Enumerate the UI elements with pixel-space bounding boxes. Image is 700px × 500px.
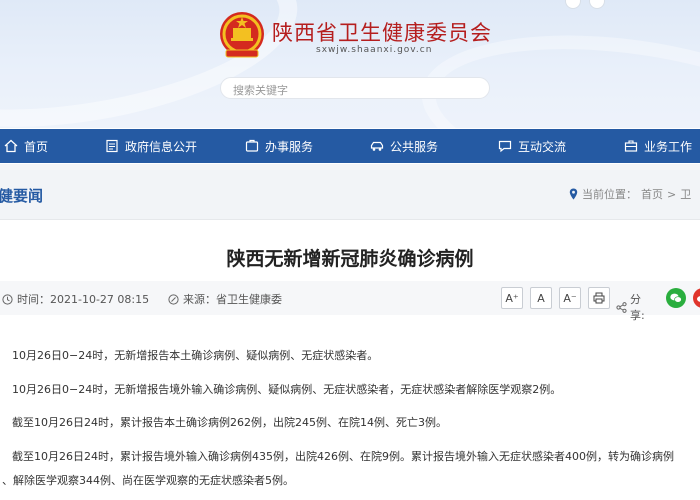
publish-time-text: 时间：2021-10-27 08:15 [17, 293, 150, 306]
nav-label: 首页 [24, 139, 49, 154]
site-title[interactable]: 陕西省卫生健康委员会 [272, 17, 492, 47]
home-icon [4, 139, 18, 153]
breadcrumb-bar: 健要闻 当前位置： 首页 > 卫 [0, 164, 700, 220]
breadcrumb: 当前位置： 首页 > 卫 [569, 186, 691, 202]
share-label-text: 分享: [630, 293, 645, 322]
nav-label: 办事服务 [265, 139, 314, 154]
wechat-icon [670, 293, 682, 303]
font-default-button[interactable]: A [530, 287, 552, 309]
site-domain: sxwjw.shaanxi.gov.cn [316, 45, 433, 55]
section-title: 健要闻 [0, 187, 44, 205]
nav-item-gov-info[interactable]: 政府信息公开 [105, 129, 197, 163]
article-paragraph: 截至10月26日24时，累计报告本土确诊病例262例，出院245例、在院14例、… [12, 416, 447, 429]
share-icon [616, 301, 627, 313]
nav-label: 业务工作 [644, 139, 693, 154]
national-emblem-icon [220, 12, 264, 58]
weibo-share-button[interactable] [693, 288, 700, 308]
breadcrumb-home-link[interactable]: 首页 [641, 186, 663, 202]
publish-time: 时间：2021-10-27 08:15 [2, 291, 149, 307]
weibo-icon [697, 296, 700, 302]
top-decoration [566, 0, 604, 8]
article-paragraph: 、解除医学观察344例、尚在医学观察的无症状感染者5例。 [2, 474, 294, 487]
breadcrumb-current-link[interactable]: 卫 [680, 186, 691, 202]
document-icon [105, 139, 119, 153]
car-icon [370, 139, 384, 153]
nav-item-interaction[interactable]: 互动交流 [498, 129, 566, 163]
article-meta-bar: 时间：2021-10-27 08:15 来源：省卫生健康委 A⁺ A A⁻ 分享… [0, 281, 700, 322]
font-increase-button[interactable]: A⁺ [501, 287, 523, 309]
nav-label: 公共服务 [390, 139, 439, 154]
nav-label: 互动交流 [518, 139, 567, 154]
location-pin-icon [569, 188, 578, 200]
search-input[interactable]: 搜索关键字 [220, 77, 490, 99]
breadcrumb-label: 当前位置： [582, 188, 637, 201]
nav-item-business[interactable]: 业务工作 [624, 129, 692, 163]
site-header: 陕西省卫生健康委员会 sxwjw.shaanxi.gov.cn 搜索关键字 [0, 0, 700, 128]
nav-item-public-services[interactable]: 公共服务 [370, 129, 438, 163]
clock-icon [2, 293, 13, 305]
wechat-share-button[interactable] [666, 288, 686, 308]
print-icon [593, 292, 605, 304]
share-label: 分享: [616, 291, 645, 323]
print-button[interactable] [588, 287, 610, 309]
service-icon [245, 139, 259, 153]
search-placeholder: 搜索关键字 [233, 84, 288, 97]
article-source: 来源：省卫生健康委 [168, 291, 282, 307]
briefcase-icon [624, 139, 638, 153]
main-nav: 首页 政府信息公开 办事服务 公共服务 互动交流 业务工作 [0, 129, 700, 163]
article-title: 陕西无新增新冠肺炎确诊病例 [226, 248, 474, 270]
nav-label: 政府信息公开 [125, 139, 198, 154]
nav-item-services[interactable]: 办事服务 [245, 129, 313, 163]
font-decrease-button[interactable]: A⁻ [559, 287, 581, 309]
article-source-text: 来源：省卫生健康委 [183, 293, 282, 306]
chat-icon [498, 139, 512, 153]
source-icon [168, 293, 179, 305]
article-paragraph: 10月26日0−24时，无新增报告境外输入确诊病例、疑似病例、无症状感染者，无症… [12, 383, 562, 396]
breadcrumb-separator: > [667, 187, 677, 201]
article-paragraph: 截至10月26日24时，累计报告境外输入确诊病例435例，出院426例、在院9例… [12, 450, 674, 463]
nav-item-home[interactable]: 首页 [4, 129, 48, 163]
article-paragraph: 10月26日0−24时，无新增报告本土确诊病例、疑似病例、无症状感染者。 [12, 349, 379, 362]
